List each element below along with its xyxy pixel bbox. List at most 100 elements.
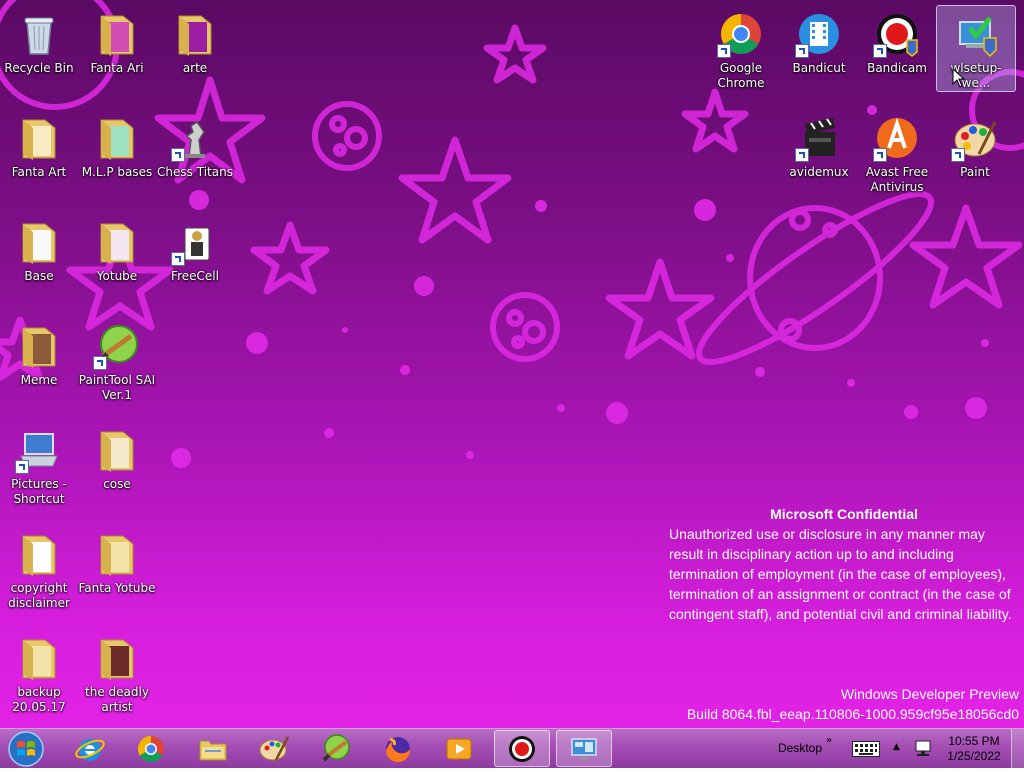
desktop-icon-label: Bandicam bbox=[867, 61, 927, 75]
show-desktop-button[interactable] bbox=[1011, 729, 1024, 768]
desktop-icon-backup[interactable]: backup 20.05.17 bbox=[0, 630, 78, 715]
desktop-icon-painttool-sai[interactable]: PaintTool SAI Ver.1 bbox=[78, 318, 156, 403]
folder-icon bbox=[93, 114, 141, 162]
folder-icon bbox=[171, 10, 219, 58]
clock-time: 10:55 PM bbox=[948, 734, 1000, 748]
folder-icon bbox=[15, 218, 63, 266]
desktop-icon-label: Yotube bbox=[96, 269, 138, 283]
avidemux-icon bbox=[795, 114, 843, 162]
desktop-icon-fanta-yotube[interactable]: Fanta Yotube bbox=[78, 526, 156, 596]
confidential-notice: Microsoft Confidential Unauthorized use … bbox=[669, 504, 1019, 624]
show-hidden-icons-icon[interactable]: ▲ bbox=[893, 742, 900, 752]
desktop[interactable]: Recycle Bin Fanta Art Base Meme Pictures… bbox=[0, 0, 1024, 728]
taskbar-file-explorer[interactable] bbox=[185, 730, 241, 767]
desktop-toolbar-label[interactable]: Desktop bbox=[778, 741, 822, 755]
chrome-icon bbox=[137, 735, 164, 762]
desktop-icon-cose[interactable]: cose bbox=[78, 422, 156, 492]
folder-icon bbox=[93, 10, 141, 58]
bandicam-icon bbox=[509, 735, 535, 762]
clock-date: 1/25/2022 bbox=[947, 749, 1001, 763]
desktop-icon-label: Paint bbox=[960, 165, 990, 179]
toolbar-chevron-icon[interactable]: » bbox=[826, 735, 832, 746]
chess-icon bbox=[171, 114, 219, 162]
taskbar-remote-desktop[interactable] bbox=[556, 730, 612, 767]
windows-logo-icon bbox=[8, 731, 44, 767]
build-line-1: Windows Developer Preview bbox=[840, 686, 1019, 702]
taskbar-media-player[interactable] bbox=[431, 730, 487, 767]
mouse-cursor-icon bbox=[952, 68, 966, 88]
desktop-icon-mlp-bases[interactable]: M.L.P bases bbox=[78, 110, 156, 180]
desktop-icon-pictures-shortcut[interactable]: Pictures - Shortcut bbox=[0, 422, 78, 507]
desktop-icon-arte[interactable]: arte bbox=[156, 6, 234, 76]
desktop-icon-label: copyright disclaimer bbox=[8, 581, 70, 610]
desktop-icon-label: FreeCell bbox=[171, 269, 219, 283]
desktop-icon-avast[interactable]: Avast Free Antivirus bbox=[858, 110, 936, 195]
chrome-icon bbox=[717, 10, 765, 58]
setup-icon bbox=[952, 10, 1000, 58]
taskbar-paint[interactable] bbox=[246, 730, 302, 767]
desktop-icon-label: Recycle Bin bbox=[4, 61, 74, 75]
bandicam-icon bbox=[873, 10, 921, 58]
desktop-icon-the-deadly-artist[interactable]: the deadly artist bbox=[78, 630, 156, 715]
recycle-bin-icon bbox=[15, 10, 63, 58]
desktop-icon-fanta-ari[interactable]: Fanta Ari bbox=[78, 6, 156, 76]
desktop-icon-recycle-bin[interactable]: Recycle Bin bbox=[0, 6, 78, 76]
desktop-icon-label: Fanta Art bbox=[11, 165, 67, 179]
file-explorer-icon bbox=[199, 740, 227, 760]
freecell-icon bbox=[171, 218, 219, 266]
paint-icon bbox=[951, 114, 999, 162]
folder-icon bbox=[15, 634, 63, 682]
start-button[interactable] bbox=[6, 730, 46, 768]
folder-icon bbox=[93, 218, 141, 266]
desktop-icon-label: backup 20.05.17 bbox=[12, 685, 66, 714]
network-icon[interactable] bbox=[914, 740, 932, 758]
confidential-body: Unauthorized use or disclosure in any ma… bbox=[669, 526, 1012, 622]
desktop-icon-meme[interactable]: Meme bbox=[0, 318, 78, 388]
desktop-icon-label: Chess Titans bbox=[157, 165, 233, 179]
touch-keyboard-icon[interactable] bbox=[852, 741, 880, 757]
painttool-sai-icon bbox=[322, 733, 350, 761]
taskbar-chrome[interactable] bbox=[123, 730, 179, 767]
desktop-icon-label: Bandicut bbox=[792, 61, 846, 75]
desktop-icon-label: Fanta Ari bbox=[90, 61, 144, 75]
folder-icon bbox=[15, 322, 63, 370]
desktop-icon-label: Fanta Yotube bbox=[78, 581, 156, 595]
taskbar-painttool-sai[interactable] bbox=[308, 730, 364, 767]
desktop-icon-bandicam[interactable]: Bandicam bbox=[858, 6, 936, 76]
folder-icon bbox=[93, 634, 141, 682]
taskbar-bandicam[interactable] bbox=[494, 730, 550, 767]
desktop-icon-wlsetup[interactable]: wlsetup-we... bbox=[936, 5, 1016, 92]
remote-desktop-icon bbox=[571, 737, 597, 759]
desktop-icon-avidemux[interactable]: avidemux bbox=[780, 110, 858, 180]
avast-icon bbox=[873, 114, 921, 162]
taskbar-firefox[interactable] bbox=[370, 730, 426, 767]
desktop-icon-label: M.L.P bases bbox=[81, 165, 153, 179]
paint-icon bbox=[259, 735, 290, 761]
pictures-shortcut-icon bbox=[15, 426, 63, 474]
desktop-icon-freecell[interactable]: FreeCell bbox=[156, 214, 234, 284]
desktop-icon-label: cose bbox=[103, 477, 131, 491]
folder-icon bbox=[15, 530, 63, 578]
desktop-icon-label: Google Chrome bbox=[717, 61, 765, 90]
build-watermark: Windows Developer Preview Build 8064.fbl… bbox=[687, 684, 1019, 724]
confidential-title: Microsoft Confidential bbox=[770, 506, 918, 522]
taskbar-internet-explorer[interactable] bbox=[62, 730, 118, 767]
desktop-icon-fanta-art[interactable]: Fanta Art bbox=[0, 110, 78, 180]
desktop-icon-base[interactable]: Base bbox=[0, 214, 78, 284]
desktop-icon-label: Base bbox=[24, 269, 54, 283]
desktop-icon-google-chrome[interactable]: Google Chrome bbox=[702, 6, 780, 91]
folder-icon bbox=[93, 530, 141, 578]
folder-icon bbox=[15, 114, 63, 162]
firefox-icon bbox=[386, 736, 411, 762]
bandicut-icon bbox=[795, 10, 843, 58]
clock[interactable]: 10:55 PM 1/25/2022 bbox=[944, 734, 1004, 764]
desktop-icon-paint[interactable]: Paint bbox=[936, 110, 1014, 180]
desktop-icon-label: Avast Free Antivirus bbox=[865, 165, 929, 194]
desktop-icon-bandicut[interactable]: Bandicut bbox=[780, 6, 858, 76]
desktop-icon-copyright-disclaimer[interactable]: copyright disclaimer bbox=[0, 526, 78, 611]
desktop-icon-yotube[interactable]: Yotube bbox=[78, 214, 156, 284]
folder-icon bbox=[93, 426, 141, 474]
desktop-icon-chess-titans[interactable]: Chess Titans bbox=[156, 110, 234, 180]
desktop-icon-label: avidemux bbox=[789, 165, 849, 179]
desktop-icon-label: arte bbox=[182, 61, 208, 75]
